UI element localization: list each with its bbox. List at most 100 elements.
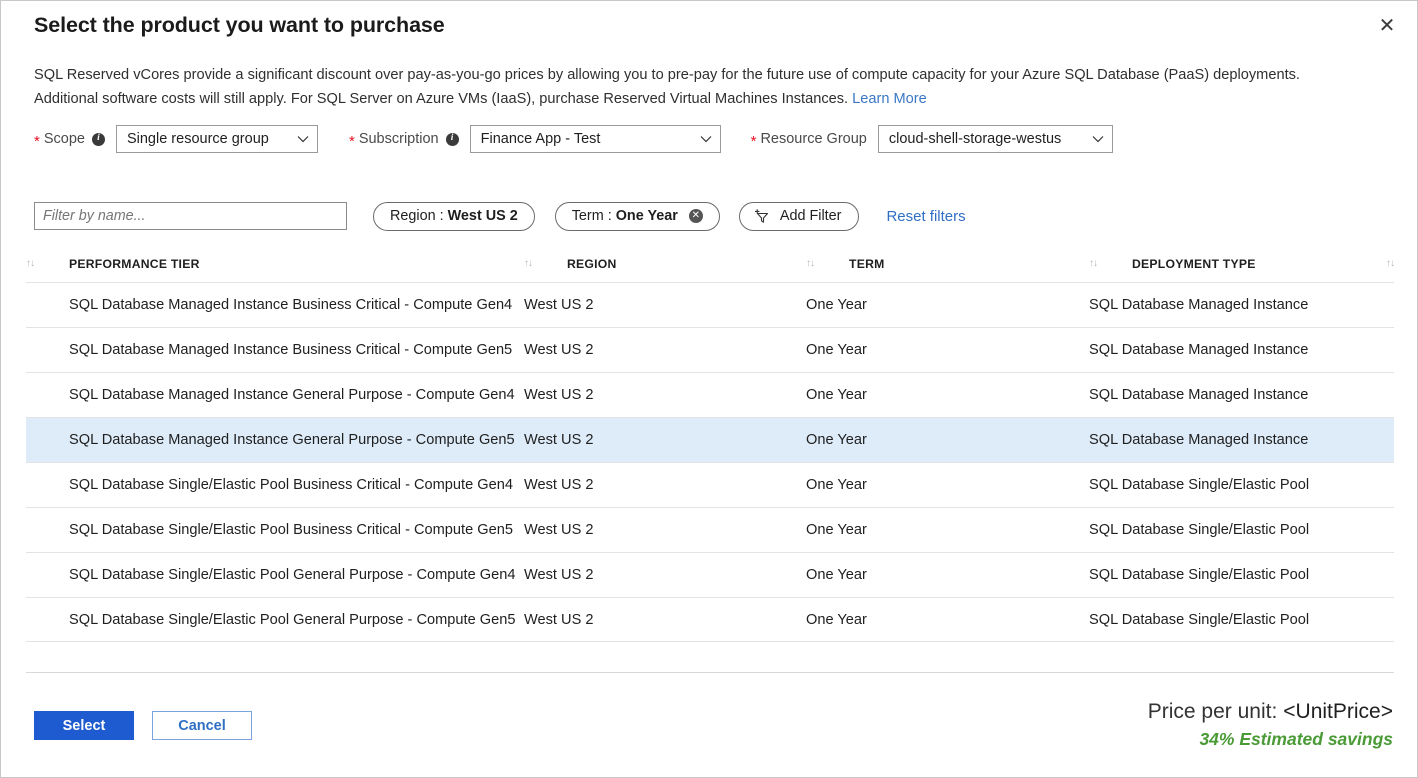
- price-per-unit-label: Price per unit:: [1148, 700, 1278, 723]
- purchase-product-dialog: Select the product you want to purchase …: [0, 0, 1418, 778]
- table-row[interactable]: SQL Database Managed Instance Business C…: [26, 327, 1394, 372]
- column-header-deployment-type[interactable]: ↑↓ DEPLOYMENT TYPE: [1089, 257, 1351, 271]
- sort-icon[interactable]: ↑↓: [806, 259, 826, 269]
- cell-deployment-type: SQL Database Single/Elastic Pool: [1089, 477, 1351, 493]
- table-body: SQL Database Managed Instance Business C…: [26, 282, 1394, 642]
- cell-deployment-type: SQL Database Single/Elastic Pool: [1089, 522, 1351, 538]
- cell-performance-tier: SQL Database Single/Elastic Pool Busines…: [26, 477, 524, 493]
- cell-performance-tier: SQL Database Managed Instance General Pu…: [26, 387, 524, 403]
- scope-label: Scope: [44, 131, 85, 147]
- remove-filter-icon[interactable]: ✕: [689, 209, 703, 223]
- scope-field: * Scope i Single resource group: [34, 125, 318, 153]
- cell-term: One Year: [806, 432, 1089, 448]
- column-header-label: PERFORMANCE TIER: [46, 257, 200, 271]
- price-summary: Price per unit:<UnitPrice> 34% Estimated…: [1148, 698, 1393, 752]
- cancel-button[interactable]: Cancel: [152, 711, 252, 740]
- filter-pill-term-value: One Year: [616, 208, 678, 224]
- cell-deployment-type: SQL Database Managed Instance: [1089, 432, 1351, 448]
- learn-more-link[interactable]: Learn More: [852, 91, 927, 107]
- cell-region: West US 2: [524, 477, 806, 493]
- cell-deployment-type: SQL Database Managed Instance: [1089, 297, 1351, 313]
- close-icon[interactable]: ✕: [1369, 9, 1405, 43]
- search-input[interactable]: [34, 202, 347, 230]
- footer-divider: [26, 672, 1394, 673]
- cell-term: One Year: [806, 387, 1089, 403]
- chevron-down-icon: [700, 133, 712, 145]
- products-table: ↑↓ PERFORMANCE TIER ↑↓ REGION ↑↓ TERM ↑↓…: [26, 251, 1394, 642]
- cell-performance-tier: SQL Database Single/Elastic Pool General…: [26, 567, 524, 583]
- cell-region: West US 2: [524, 297, 806, 313]
- cell-performance-tier: SQL Database Managed Instance General Pu…: [26, 432, 524, 448]
- page-title: Select the product you want to purchase: [34, 13, 445, 38]
- column-header-performance-tier[interactable]: ↑↓ PERFORMANCE TIER: [26, 257, 524, 271]
- select-button[interactable]: Select: [34, 711, 134, 740]
- filter-pill-region[interactable]: Region : West US 2: [373, 202, 535, 231]
- filter-pill-region-value: West US 2: [448, 208, 518, 224]
- table-row[interactable]: SQL Database Single/Elastic Pool Busines…: [26, 462, 1394, 507]
- required-asterisk: *: [34, 134, 40, 149]
- info-icon[interactable]: i: [446, 133, 459, 146]
- table-row[interactable]: SQL Database Managed Instance General Pu…: [26, 372, 1394, 417]
- add-filter-button[interactable]: Add Filter: [739, 202, 860, 231]
- add-filter-label: Add Filter: [780, 208, 842, 224]
- column-header-term[interactable]: ↑↓ TERM: [806, 257, 1089, 271]
- filter-pill-region-key: Region :: [390, 208, 444, 224]
- cell-region: West US 2: [524, 387, 806, 403]
- cell-deployment-type: SQL Database Single/Elastic Pool: [1089, 567, 1351, 583]
- cell-deployment-type: SQL Database Managed Instance: [1089, 387, 1351, 403]
- filter-pill-term[interactable]: Term : One Year ✕: [555, 202, 720, 231]
- description-body: SQL Reserved vCores provide a significan…: [34, 67, 1300, 107]
- resource-group-dropdown-value: cloud-shell-storage-westus: [889, 131, 1061, 147]
- table-row[interactable]: SQL Database Single/Elastic Pool General…: [26, 552, 1394, 597]
- description-text: SQL Reserved vCores provide a significan…: [34, 63, 1334, 111]
- column-header-region[interactable]: ↑↓ REGION: [524, 257, 806, 271]
- required-asterisk: *: [751, 134, 757, 149]
- table-row[interactable]: SQL Database Managed Instance General Pu…: [26, 417, 1394, 462]
- cell-performance-tier: SQL Database Single/Elastic Pool General…: [26, 612, 524, 628]
- reset-filters-link[interactable]: Reset filters: [886, 208, 965, 225]
- cell-performance-tier: SQL Database Managed Instance Business C…: [26, 297, 524, 313]
- sort-icon[interactable]: ↑↓: [26, 259, 46, 269]
- add-filter-funnel-icon: [753, 208, 772, 225]
- info-icon[interactable]: i: [92, 133, 105, 146]
- cell-region: West US 2: [524, 522, 806, 538]
- cell-term: One Year: [806, 477, 1089, 493]
- cell-region: West US 2: [524, 342, 806, 358]
- estimated-savings-text: 34% Estimated savings: [1148, 726, 1393, 752]
- subscription-dropdown-value: Finance App - Test: [481, 131, 601, 147]
- sort-icon[interactable]: ↑↓: [1386, 259, 1394, 269]
- price-per-unit-value: <UnitPrice>: [1283, 700, 1393, 723]
- subscription-label: Subscription: [359, 131, 439, 147]
- scope-selector-row: * Scope i Single resource group * Subscr…: [34, 125, 1113, 153]
- resource-group-dropdown[interactable]: cloud-shell-storage-westus: [878, 125, 1113, 153]
- column-header-label: TERM: [826, 257, 885, 271]
- sort-icon[interactable]: ↑↓: [524, 259, 544, 269]
- cell-term: One Year: [806, 522, 1089, 538]
- resource-group-label: Resource Group: [760, 131, 866, 147]
- filter-bar: Region : West US 2 Term : One Year ✕ Add…: [34, 202, 966, 230]
- cell-region: West US 2: [524, 432, 806, 448]
- cell-term: One Year: [806, 342, 1089, 358]
- column-header-sort-trailing[interactable]: ↑↓: [1351, 259, 1394, 269]
- subscription-field: * Subscription i Finance App - Test: [349, 125, 721, 153]
- table-row[interactable]: SQL Database Managed Instance Business C…: [26, 282, 1394, 327]
- column-header-label: REGION: [544, 257, 617, 271]
- resource-group-field: * Resource Group cloud-shell-storage-wes…: [751, 125, 1113, 153]
- column-header-label: DEPLOYMENT TYPE: [1109, 257, 1256, 271]
- chevron-down-icon: [297, 133, 309, 145]
- scope-dropdown[interactable]: Single resource group: [116, 125, 318, 153]
- filter-pill-term-key: Term :: [572, 208, 612, 224]
- subscription-dropdown[interactable]: Finance App - Test: [470, 125, 721, 153]
- cell-deployment-type: SQL Database Managed Instance: [1089, 342, 1351, 358]
- cell-deployment-type: SQL Database Single/Elastic Pool: [1089, 612, 1351, 628]
- cell-region: West US 2: [524, 612, 806, 628]
- table-row[interactable]: SQL Database Single/Elastic Pool General…: [26, 597, 1394, 642]
- cell-term: One Year: [806, 612, 1089, 628]
- cell-term: One Year: [806, 297, 1089, 313]
- price-per-unit-line: Price per unit:<UnitPrice>: [1148, 698, 1393, 726]
- chevron-down-icon: [1092, 133, 1104, 145]
- sort-icon[interactable]: ↑↓: [1089, 259, 1109, 269]
- cell-performance-tier: SQL Database Managed Instance Business C…: [26, 342, 524, 358]
- table-row[interactable]: SQL Database Single/Elastic Pool Busines…: [26, 507, 1394, 552]
- scope-dropdown-value: Single resource group: [127, 131, 269, 147]
